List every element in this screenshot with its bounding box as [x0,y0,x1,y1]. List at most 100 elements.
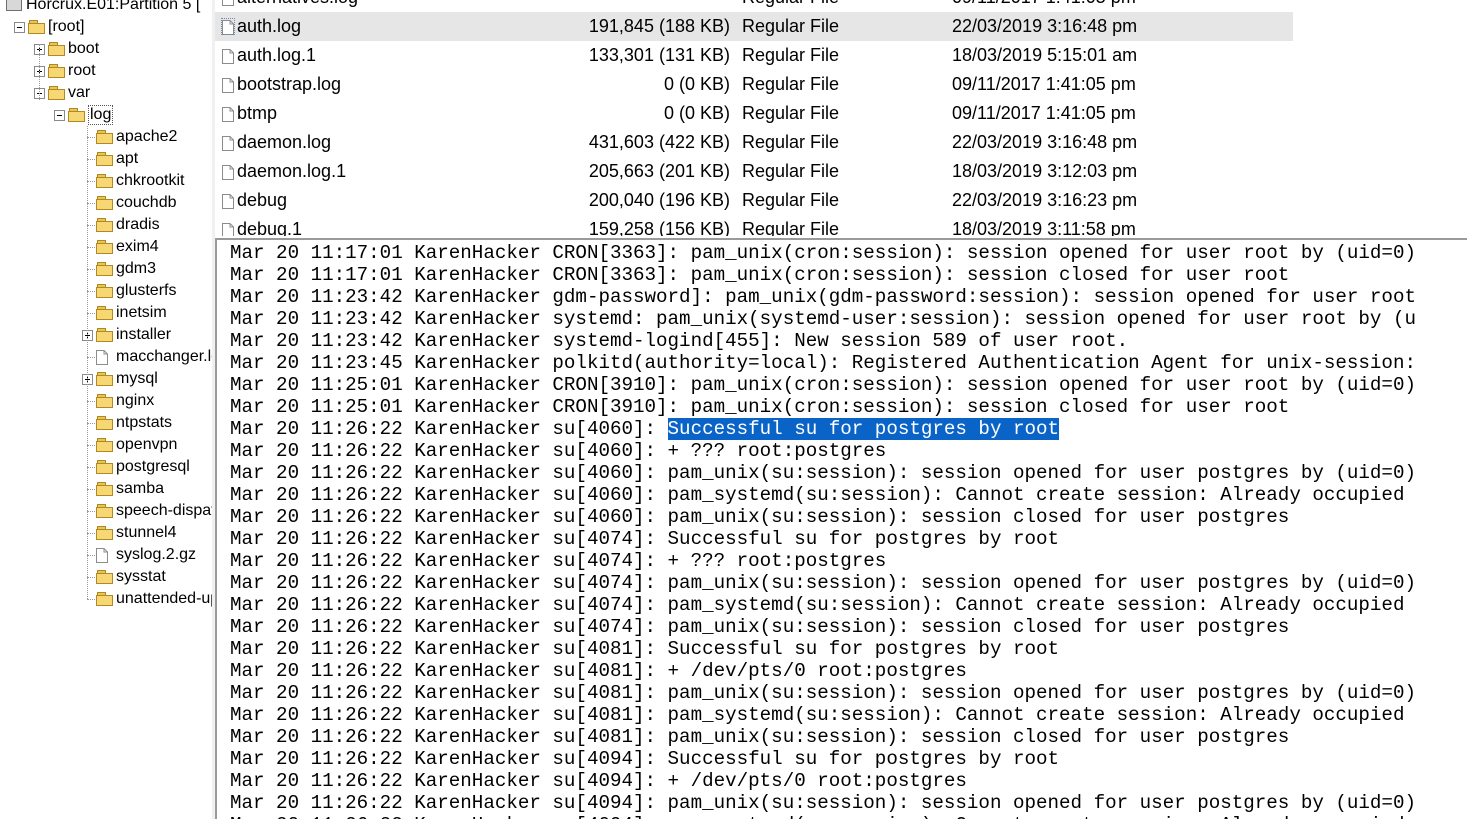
file-row[interactable]: alternatives.log Regular File 09/11/2017 1… [215,0,1293,12]
file-icon [96,350,108,365]
tree-node[interactable]: sysstat [0,566,212,588]
tree-node-label: log [88,105,114,125]
tree-node-label: openvpn [116,436,178,453]
tree-node[interactable]: var [0,82,212,104]
folder-icon [96,196,113,210]
file-name: auth.log [237,16,302,36]
file-icon [222,164,234,180]
tree-node[interactable]: inetsim [0,302,212,324]
log-line: Mar 20 11:23:42 KarenHacker systemd: pam… [230,308,1416,330]
file-name: daemon.log.1 [237,161,347,181]
file-name: btmp [237,103,278,123]
tree-node[interactable]: root [0,60,212,82]
tree-node[interactable]: samba [0,478,212,500]
log-line: Mar 20 11:26:22 KarenHacker su[4060]: Su… [230,418,1416,440]
file-row[interactable]: btmp 0 (0 KB) Regular File 09/11/2017 1:41:… [215,99,1293,128]
folder-icon [96,240,113,254]
file-row[interactable]: daemon.log 431,603 (422 KB) Regular File 22… [215,128,1293,157]
tree-node[interactable]: couchdb [0,192,212,214]
folder-icon [96,504,113,518]
log-line: Mar 20 11:23:45 KarenHacker polkitd(auth… [230,352,1416,374]
folder-icon [96,592,113,606]
tree-guide [39,44,40,100]
tree-connector [87,511,95,512]
tree-node[interactable]: unattended-up [0,588,212,610]
file-size: 200,040 (196 KB) [588,190,730,210]
selected-text[interactable]: Successful su for postgres by root [667,418,1060,440]
file-name: auth.log.1 [237,45,317,65]
tree-node-label: var [68,84,91,101]
tree-connector [87,445,95,446]
file-list[interactable]: alternatives.log Regular File 09/11/2017 1… [215,0,1467,236]
file-type: Regular File [742,103,840,123]
tree-node[interactable]: apache2 [0,126,212,148]
tree-node-label: syslog.2.gz [116,546,197,563]
tree-node[interactable]: boot [0,38,212,60]
tree-node[interactable]: exim4 [0,236,212,258]
file-type: Regular File [742,16,840,36]
log-line: Mar 20 11:25:01 KarenHacker CRON[3910]: … [230,396,1290,418]
log-line: Mar 20 11:26:22 KarenHacker su[4060]: pa… [230,462,1416,484]
folder-icon [48,64,65,78]
log-line: Mar 20 11:26:22 KarenHacker su[4074]: + … [230,550,887,572]
tree-node[interactable]: postgresql [0,456,212,478]
tree-node[interactable]: macchanger.lo [0,346,212,368]
file-row[interactable]: daemon.log.1 205,663 (201 KB) Regular File… [215,157,1293,186]
tree-node[interactable]: Horcrux.E01:Partition 5 [ [0,0,212,16]
tree-node[interactable]: glusterfs [0,280,212,302]
folder-icon [96,394,113,408]
folder-icon [96,262,113,276]
collapse-icon[interactable] [54,110,65,121]
tree-node[interactable]: [root] [0,16,212,38]
file-name: bootstrap.log [237,74,342,94]
tree-connector [87,159,95,160]
log-line: Mar 20 11:26:22 KarenHacker su[4060]: pa… [230,506,1290,528]
tree-node[interactable]: ntpstats [0,412,212,434]
tree-node[interactable]: gdm3 [0,258,212,280]
file-row[interactable]: bootstrap.log 0 (0 KB) Regular File 09/11/2… [215,70,1293,99]
tree-node[interactable]: stunnel4 [0,522,212,544]
tree-node[interactable]: speech-dispat [0,500,212,522]
log-line: Mar 20 11:26:22 KarenHacker su[4094]: + … [230,770,967,792]
tree-node[interactable]: installer [0,324,212,346]
tree-node[interactable]: log [0,104,212,126]
tree-node[interactable]: apt [0,148,212,170]
file-date: 18/03/2019 3:12:03 pm [952,161,1138,181]
folder-icon [96,218,113,232]
tree-node-label: nginx [116,392,155,409]
tree-connector [87,467,95,468]
file-row[interactable]: debug.1 159,258 (156 KB) Regular File 18/03… [215,215,1293,236]
tree-node[interactable]: nginx [0,390,212,412]
log-line: Mar 20 11:17:01 KarenHacker CRON[3363]: … [230,242,1416,264]
file-row[interactable]: auth.log.1 133,301 (131 KB) Regular File 18… [215,41,1293,70]
tree-node[interactable]: chkrootkit [0,170,212,192]
folder-icon [96,460,113,474]
file-row[interactable]: debug 200,040 (196 KB) Regular File 22/03/2… [215,186,1293,215]
tree-node-label: Horcrux.E01:Partition 5 [ [26,0,201,13]
folder-tree[interactable]: Horcrux.E01:Partition 5 [ [root] boot root v… [0,0,212,819]
tree-node[interactable]: mysql [0,368,212,390]
tree-node[interactable]: openvpn [0,434,212,456]
tree-node-label: exim4 [116,238,159,255]
tree-node[interactable]: dradis [0,214,212,236]
file-icon [222,222,234,236]
folder-icon [96,328,113,342]
tree-node-label: glusterfs [116,282,177,299]
file-date: 09/11/2017 1:41:05 pm [952,103,1136,123]
file-size: 191,845 (188 KB) [588,16,730,36]
tree-connector [87,401,95,402]
log-line: Mar 20 11:26:22 KarenHacker su[4081]: pa… [230,682,1416,704]
file-icon [222,193,234,209]
folder-icon [96,130,113,144]
tree-node[interactable]: syslog.2.gz [0,544,212,566]
tree-node-label: boot [68,40,100,57]
log-line: Mar 20 11:26:22 KarenHacker su[4094]: Su… [230,748,1060,770]
collapse-icon[interactable] [14,22,25,33]
log-line: Mar 20 11:23:42 KarenHacker systemd-logi… [230,330,1129,352]
file-row[interactable]: auth.log 191,845 (188 KB) Regular File 22/0… [215,12,1293,41]
tree-connector [87,599,95,600]
file-date: 09/11/2017 1:41:05 pm [952,0,1136,8]
text-viewer[interactable]: Mar 20 11:17:01 KarenHacker CRON[3363]: … [215,238,1467,819]
file-icon [222,106,234,122]
log-line: Mar 20 11:26:22 KarenHacker su[4094]: pa… [230,814,1416,819]
